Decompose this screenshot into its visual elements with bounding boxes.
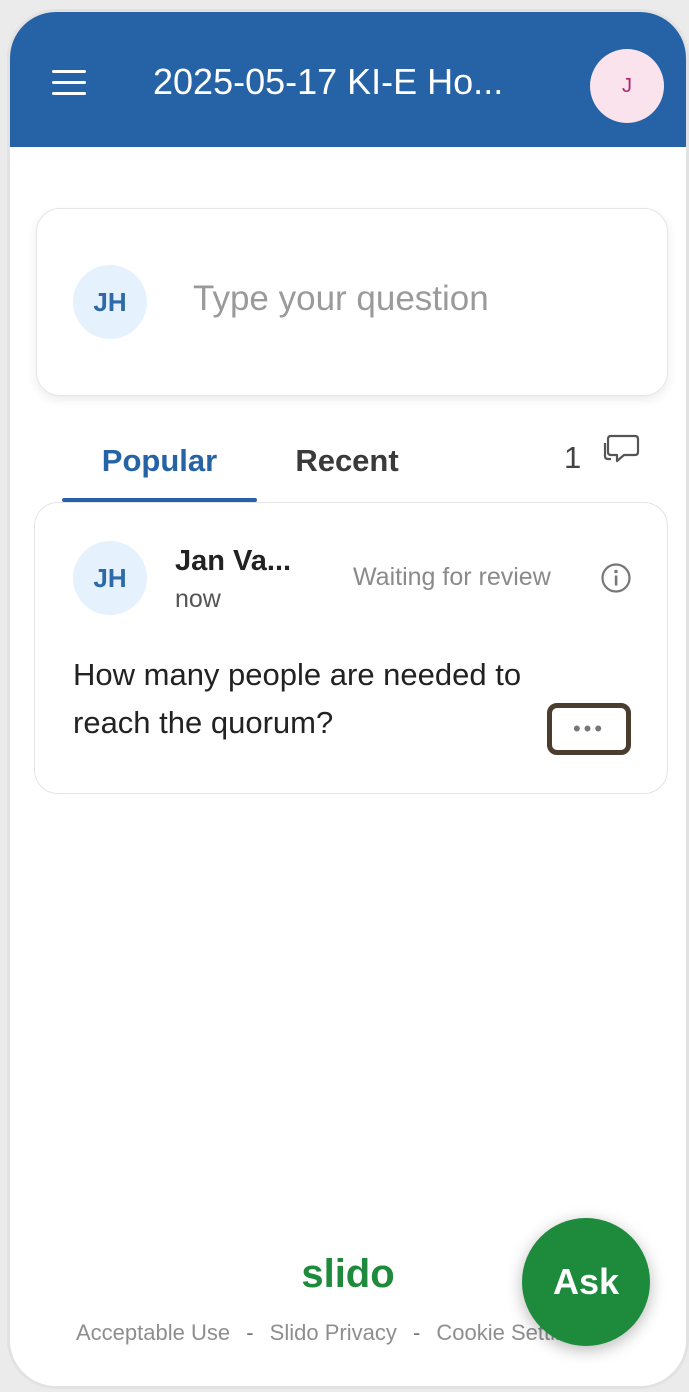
tab-recent[interactable]: Recent	[272, 422, 422, 500]
question-count: 1	[564, 440, 582, 475]
author-avatar: JH	[73, 541, 147, 615]
footer-separator: -	[246, 1320, 254, 1345]
app-header: 2025-05-17 KI-E Ho... J	[10, 12, 686, 147]
info-icon[interactable]	[599, 561, 633, 595]
footer-links: Acceptable Use - Slido Privacy - Cookie …	[76, 1320, 591, 1346]
footer-separator: -	[412, 1320, 421, 1345]
question-card: JH Jan Va... now Waiting for review How …	[34, 502, 668, 794]
question-input[interactable]	[193, 271, 633, 327]
tab-popular[interactable]: Popular	[62, 422, 257, 500]
phone-frame: 2025-05-17 KI-E Ho... J JH Popular Recen…	[10, 12, 686, 1386]
question-author: Jan Va...	[175, 545, 292, 577]
review-status: Waiting for review	[353, 563, 551, 591]
ask-avatar: JH	[73, 265, 147, 339]
ask-button[interactable]: Ask	[522, 1218, 650, 1346]
hamburger-menu-icon[interactable]	[52, 68, 88, 98]
event-title: 2025-05-17 KI-E Ho...	[153, 61, 504, 102]
acceptable-use-link[interactable]: Acceptable Use	[76, 1320, 230, 1345]
slido-privacy-link[interactable]: Slido Privacy	[270, 1320, 397, 1345]
more-options-button[interactable]: •••	[547, 703, 631, 755]
question-text: How many people are needed to reach the …	[73, 657, 522, 740]
comment-icon	[603, 434, 640, 463]
user-avatar[interactable]: J	[590, 49, 664, 123]
question-time: now	[175, 585, 221, 613]
question-tabs: Popular Recent 1	[62, 422, 652, 504]
ask-question-card: JH	[36, 208, 668, 396]
